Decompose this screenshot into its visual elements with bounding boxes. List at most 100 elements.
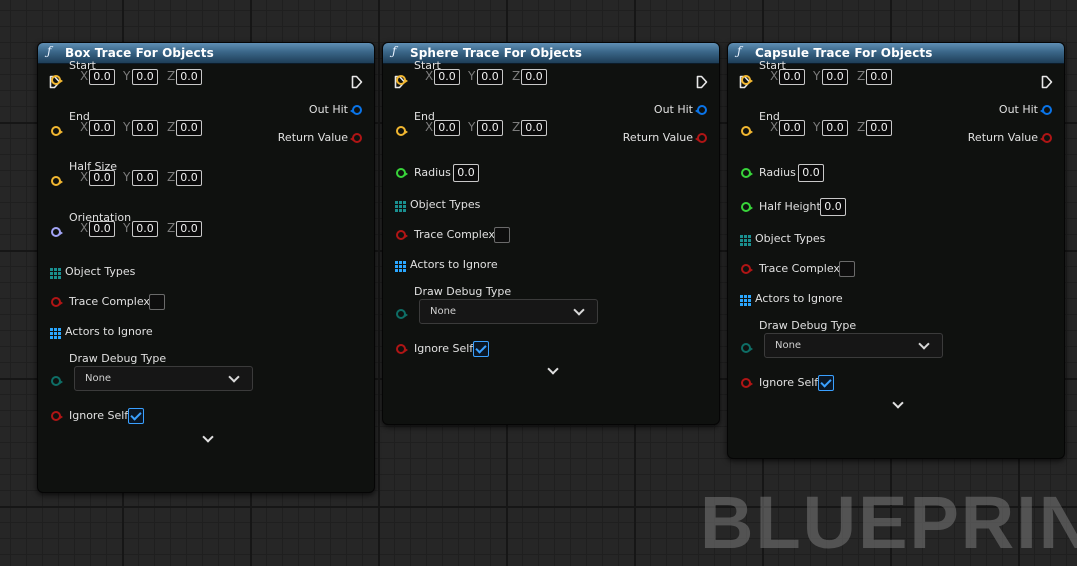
draw-debug-type-label: Draw Debug Type [69,352,167,365]
expand-node-chevron-icon[interactable] [202,431,214,443]
half-size-z-field[interactable]: 0.0 [176,170,202,186]
out-hit-label: Out Hit [308,103,348,116]
trace-complex-label: Trace Complex [69,295,150,308]
expand-node-chevron-icon[interactable] [892,397,904,409]
axis-x-label: X [80,69,89,83]
actors-to-ignore-label: Actors to Ignore [410,258,498,271]
end-z-field[interactable]: 0.0 [176,120,202,136]
exec-output-pin[interactable] [1041,74,1053,89]
start-pin[interactable] [51,75,63,85]
orientation-y-field[interactable]: 0.0 [132,221,158,237]
start-pin[interactable] [741,75,753,85]
trace-complex-checkbox[interactable] [494,227,510,243]
radius-field[interactable]: 0.0 [453,164,479,182]
draw-debug-type-pin[interactable] [396,309,408,319]
end-x-field[interactable]: 0.0 [434,120,460,136]
return-value-pin[interactable] [697,133,707,143]
end-pin[interactable] [396,126,408,136]
ignore-self-pin[interactable] [396,344,408,354]
axis-x-label: X [770,69,779,83]
orientation-pin[interactable] [51,227,63,237]
start-pin[interactable] [396,75,408,85]
end-z-field[interactable]: 0.0 [866,120,892,136]
half-size-y-field[interactable]: 0.0 [132,170,158,186]
exec-output-pin[interactable] [351,74,363,89]
exec-output-pin[interactable] [696,74,708,89]
trace-complex-pin[interactable] [51,297,63,307]
end-z-field[interactable]: 0.0 [521,120,547,136]
end-y-field[interactable]: 0.0 [132,120,158,136]
out-hit-pin[interactable] [1042,105,1052,115]
ignore-self-label: Ignore Self [414,342,474,355]
end-y-field[interactable]: 0.0 [822,120,848,136]
end-pin[interactable] [741,126,753,136]
end-x-field[interactable]: 0.0 [779,120,805,136]
chevron-down-icon [573,304,585,316]
expand-node-chevron-icon[interactable] [547,363,559,375]
object-types-array-icon [740,235,751,246]
draw-debug-type-value: None [775,340,802,351]
return-value-pin[interactable] [1042,133,1052,143]
start-y-field[interactable]: 0.0 [132,69,158,85]
start-z-field[interactable]: 0.0 [176,69,202,85]
start-z-field[interactable]: 0.0 [521,69,547,85]
radius-label: Radius [414,166,451,179]
half-size-pin[interactable] [51,176,63,186]
ignore-self-pin[interactable] [51,411,63,421]
object-types-label: Object Types [410,198,481,211]
start-x-field[interactable]: 0.0 [434,69,460,85]
actors-to-ignore-array-icon [50,328,61,339]
node-sphere-trace-for-objects[interactable]: ƒ Sphere Trace For Objects Out Hit Return V… [382,42,720,425]
object-types-label: Object Types [65,265,136,278]
return-value-label: Return Value [967,131,1038,144]
return-value-pin[interactable] [352,133,362,143]
orientation-x-field[interactable]: 0.0 [89,221,115,237]
draw-debug-type-dropdown[interactable]: None [419,299,598,324]
actors-to-ignore-label: Actors to Ignore [755,292,843,305]
out-hit-pin[interactable] [697,105,707,115]
half-size-x-field[interactable]: 0.0 [89,170,115,186]
end-y-field[interactable]: 0.0 [477,120,503,136]
start-z-field[interactable]: 0.0 [866,69,892,85]
ignore-self-checkbox[interactable] [473,341,489,357]
axis-x-label: X [425,69,434,83]
out-hit-pin[interactable] [352,105,362,115]
node-capsule-trace-for-objects[interactable]: ƒ Capsule Trace For Objects Out Hit Return … [727,42,1065,459]
axis-x-label: X [80,120,89,134]
trace-complex-pin[interactable] [741,264,753,274]
out-hit-label: Out Hit [653,103,693,116]
axis-y-label: Y [123,221,131,235]
start-x-field[interactable]: 0.0 [89,69,115,85]
half-height-pin[interactable] [741,202,753,212]
trace-complex-checkbox[interactable] [149,294,165,310]
radius-pin[interactable] [396,168,408,178]
ignore-self-checkbox[interactable] [818,375,834,391]
draw-debug-type-pin[interactable] [741,343,753,353]
start-y-field[interactable]: 0.0 [477,69,503,85]
ignore-self-checkbox[interactable] [128,408,144,424]
trace-complex-checkbox[interactable] [839,261,855,277]
trace-complex-pin[interactable] [396,230,408,240]
orientation-z-field[interactable]: 0.0 [176,221,202,237]
end-pin[interactable] [51,126,63,136]
chevron-down-icon [228,371,240,383]
draw-debug-type-dropdown[interactable]: None [764,333,943,358]
actors-to-ignore-array-icon [740,295,751,306]
radius-field[interactable]: 0.0 [798,164,824,182]
trace-complex-label: Trace Complex [414,228,495,241]
axis-y-label: Y [123,120,131,134]
start-x-field[interactable]: 0.0 [779,69,805,85]
function-icon: ƒ [737,44,742,58]
half-height-label: Half Height [759,200,821,213]
ignore-self-pin[interactable] [741,378,753,388]
half-height-field[interactable]: 0.0 [820,198,846,216]
draw-debug-type-pin[interactable] [51,376,63,386]
axis-z-label: Z [167,120,176,134]
radius-pin[interactable] [741,168,753,178]
node-box-trace-for-objects[interactable]: ƒ Box Trace For Objects Out Hit Return Valu… [37,42,375,493]
start-y-field[interactable]: 0.0 [822,69,848,85]
axis-y-label: Y [813,120,821,134]
axis-y-label: Y [468,69,476,83]
end-x-field[interactable]: 0.0 [89,120,115,136]
draw-debug-type-dropdown[interactable]: None [74,366,253,391]
